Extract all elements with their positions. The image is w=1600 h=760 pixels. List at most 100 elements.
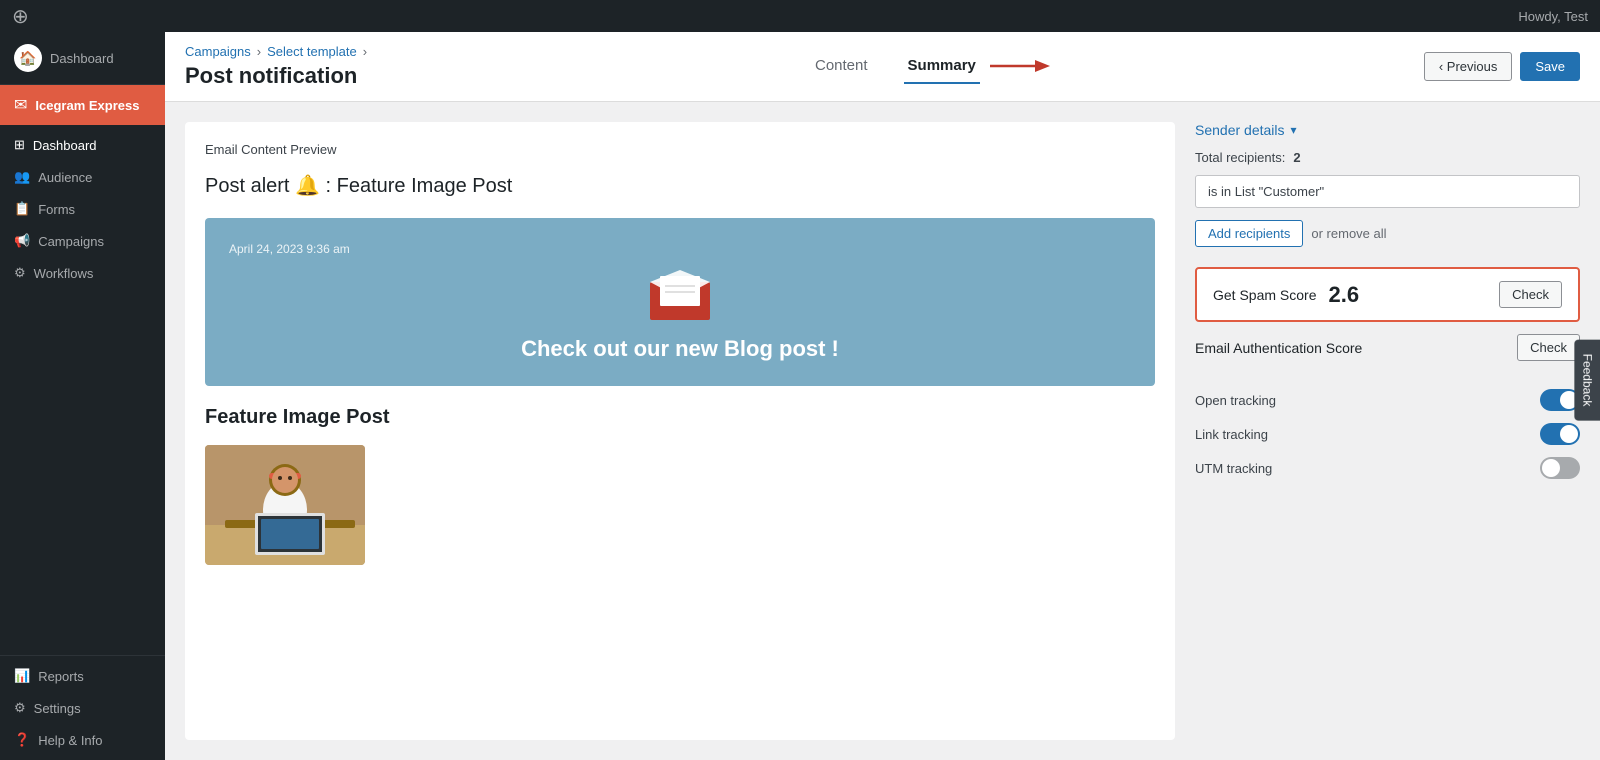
sender-details-toggle[interactable]: Sender details ▾: [1195, 122, 1580, 138]
utm-tracking-row: UTM tracking: [1195, 457, 1580, 479]
link-tracking-slider: [1540, 423, 1580, 445]
campaigns-icon: 📢: [14, 233, 30, 249]
sidebar-item-reports[interactable]: 📊 Reports: [0, 660, 165, 692]
reports-icon: 📊: [14, 668, 30, 684]
link-tracking-knob: [1560, 425, 1578, 443]
sidebar-icegram-express[interactable]: ✉ Icegram Express: [0, 85, 165, 125]
tab-summary[interactable]: Summary: [904, 49, 980, 84]
sidebar-bottom: 📊 Reports ⚙ Settings ❓ Help & Info: [0, 655, 165, 760]
envelope-icon: [645, 268, 715, 324]
link-tracking-row: Link tracking: [1195, 423, 1580, 445]
utm-tracking-slider: [1540, 457, 1580, 479]
link-tracking-label: Link tracking: [1195, 427, 1268, 442]
spam-check-button[interactable]: Check: [1499, 281, 1562, 308]
spam-score-label-group: Get Spam Score 2.6: [1213, 282, 1359, 308]
sidebar-nav: ⊞ Dashboard 👥 Audience 📋 Forms 📢 Campaig…: [0, 125, 165, 655]
auth-score-row: Email Authentication Score Check: [1195, 334, 1580, 361]
sender-details-label: Sender details: [1195, 122, 1285, 138]
sidebar-item-help-label: Help & Info: [38, 733, 102, 748]
dashboard-icon: 🏠: [14, 44, 42, 72]
add-recipients-button[interactable]: Add recipients: [1195, 220, 1303, 247]
feedback-label: Feedback: [1581, 354, 1595, 407]
open-tracking-label: Open tracking: [1195, 393, 1276, 408]
breadcrumb: Campaigns › Select template ›: [185, 44, 367, 59]
sidebar-logo-label: Dashboard: [50, 51, 114, 66]
spam-score-box: Get Spam Score 2.6 Check: [1195, 267, 1580, 322]
banner-cta: Check out our new Blog post !: [521, 336, 839, 362]
total-recipients-row: Total recipients: 2: [1195, 150, 1580, 165]
save-button[interactable]: Save: [1520, 52, 1580, 81]
dashboard-nav-icon: ⊞: [14, 137, 25, 153]
sidebar-item-campaigns[interactable]: 📢 Campaigns: [0, 225, 165, 257]
admin-bar-right: Howdy, Test: [1518, 9, 1588, 24]
admin-bar: ⊕ ​ ​ ​ Howdy, Test: [0, 0, 1600, 32]
tracking-section: Open tracking Link tracking: [1195, 389, 1580, 491]
spam-score-label: Get Spam Score: [1213, 287, 1317, 303]
or-remove-all-text: or remove all: [1311, 226, 1386, 241]
auth-check-button[interactable]: Check: [1517, 334, 1580, 361]
email-banner: April 24, 2023 9:36 am Check out our new…: [205, 218, 1155, 386]
email-subject-text: Post alert: [205, 175, 295, 197]
previous-button[interactable]: ‹ Previous: [1424, 52, 1513, 81]
wp-icon: ⊕: [12, 4, 29, 29]
banner-date: April 24, 2023 9:36 am: [229, 242, 350, 256]
settings-icon: ⚙: [14, 700, 26, 716]
sidebar-item-forms-label: Forms: [38, 202, 75, 217]
sidebar-item-dashboard[interactable]: ⊞ Dashboard: [0, 129, 165, 161]
icegram-icon: ✉: [14, 95, 27, 115]
spam-score-value: 2.6: [1329, 282, 1360, 308]
audience-icon: 👥: [14, 169, 30, 185]
sidebar-item-help[interactable]: ❓ Help & Info: [0, 724, 165, 756]
page-header-buttons: ‹ Previous Save: [1424, 52, 1580, 81]
sidebar-logo[interactable]: 🏠 Dashboard: [0, 32, 165, 85]
forms-icon: 📋: [14, 201, 30, 217]
breadcrumb-campaigns[interactable]: Campaigns: [185, 44, 251, 59]
tab-content[interactable]: Content: [811, 49, 872, 84]
breadcrumb-select-template[interactable]: Select template: [267, 44, 357, 59]
link-tracking-toggle[interactable]: [1540, 423, 1580, 445]
feedback-tab[interactable]: Feedback: [1575, 340, 1600, 421]
icegram-label: Icegram Express: [35, 98, 139, 113]
page-header-left: Campaigns › Select template › Post notif…: [185, 44, 367, 89]
open-tracking-row: Open tracking: [1195, 389, 1580, 411]
utm-tracking-toggle[interactable]: [1540, 457, 1580, 479]
sidebar-item-dashboard-label: Dashboard: [33, 138, 97, 153]
sidebar-item-reports-label: Reports: [38, 669, 84, 684]
sender-details-chevron-icon: ▾: [1291, 123, 1297, 137]
email-body-title: Feature Image Post: [205, 406, 1155, 429]
content-area: Campaigns › Select template › Post notif…: [165, 32, 1600, 760]
email-preview-panel: Email Content Preview Post alert 🔔 : Fea…: [185, 122, 1175, 740]
total-recipients-label: Total recipients:: [1195, 150, 1285, 165]
list-customer-text: is in List "Customer": [1208, 184, 1324, 199]
sidebar-item-workflows-label: Workflows: [34, 266, 94, 281]
email-subject-rest: : Feature Image Post: [320, 175, 512, 197]
auth-score-label: Email Authentication Score: [1195, 340, 1362, 356]
main-content: Email Content Preview Post alert 🔔 : Fea…: [165, 102, 1600, 760]
howdy-text: Howdy, Test: [1518, 9, 1588, 24]
total-recipients-value: 2: [1293, 150, 1300, 165]
person-illustration: [205, 445, 365, 565]
sidebar: 🏠 Dashboard ✉ Icegram Express ⊞ Dashboar…: [0, 32, 165, 760]
utm-tracking-label: UTM tracking: [1195, 461, 1272, 476]
email-subject: Post alert 🔔 : Feature Image Post: [205, 173, 1155, 198]
main-layout: 🏠 Dashboard ✉ Icegram Express ⊞ Dashboar…: [0, 32, 1600, 760]
sidebar-item-audience-label: Audience: [38, 170, 92, 185]
email-preview-label: Email Content Preview: [205, 142, 1155, 157]
page-title: Post notification: [185, 63, 367, 89]
page-header: Campaigns › Select template › Post notif…: [165, 32, 1600, 102]
workflows-icon: ⚙: [14, 265, 26, 281]
sidebar-item-settings[interactable]: ⚙ Settings: [0, 692, 165, 724]
bell-icon: 🔔: [295, 175, 320, 197]
sidebar-item-audience[interactable]: 👥 Audience: [0, 161, 165, 193]
breadcrumb-sep-1: ›: [257, 44, 261, 59]
sidebar-item-campaigns-label: Campaigns: [38, 234, 104, 249]
breadcrumb-sep-2: ›: [363, 44, 367, 59]
admin-bar-left: ⊕ ​ ​ ​: [12, 4, 85, 29]
sidebar-item-forms[interactable]: 📋 Forms: [0, 193, 165, 225]
email-body-image: [205, 445, 365, 565]
arrow-indicator: [990, 56, 1050, 76]
right-panel: Sender details ▾ Total recipients: 2 is …: [1195, 122, 1580, 740]
sidebar-item-workflows[interactable]: ⚙ Workflows: [0, 257, 165, 289]
sidebar-item-settings-label: Settings: [34, 701, 81, 716]
tabs: Content Summary: [811, 49, 980, 84]
